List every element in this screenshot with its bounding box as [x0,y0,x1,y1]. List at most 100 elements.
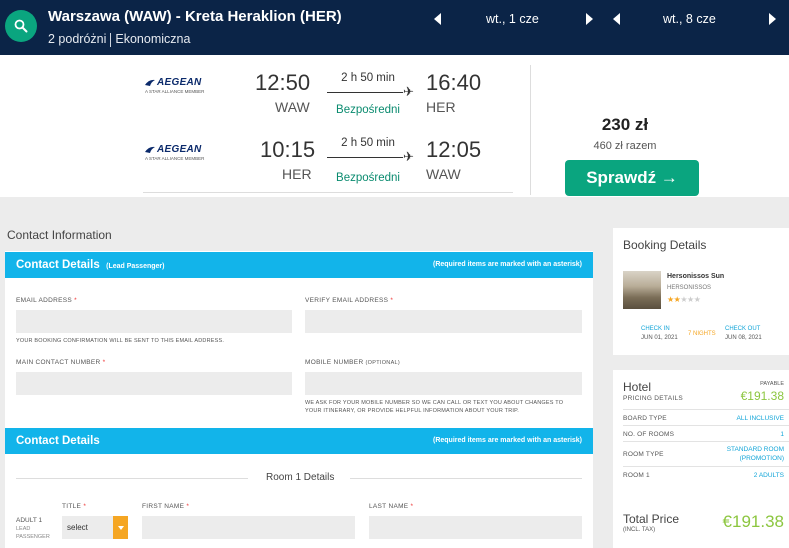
prev-date-icon[interactable] [434,13,441,25]
hotel-location: HERSONISSOS [667,285,712,291]
flight-duration: 2 h 50 min [341,137,395,149]
email-input[interactable] [16,310,292,333]
hotel-image[interactable] [623,271,661,309]
departure-airport: WAW [275,99,310,115]
email-label: EMAIL ADDRESS * [16,297,77,304]
payable-label: PAYABLE [760,381,784,387]
total-price-label: Total Price [623,512,680,526]
nights-count: 7 NIGHTS [688,331,716,337]
chevron-down-icon[interactable] [113,516,128,539]
divider [16,478,248,479]
plane-icon: ✈ [403,84,414,99]
verify-email-label: VERIFY EMAIL ADDRESS * [305,297,394,304]
price-per-person: 230 zł [601,115,649,134]
verify-email-input[interactable] [305,310,582,333]
mobile-input[interactable] [305,372,582,395]
title-label: TITLE * [62,503,87,510]
travellers-count: 2 podróżni [48,32,107,46]
section-title: Contact Information [7,228,112,242]
stops-info: Bezpośredni [336,104,400,116]
divider [143,192,513,193]
pricing-details-label: PRICING DETAILS [623,395,684,402]
next-date-icon[interactable] [768,13,776,25]
flight-result-card: AEGEAN A STAR ALLIANCE MEMBER 12:50 WAW … [0,55,789,197]
aegean-bird-icon [145,146,155,153]
flight-line [327,157,403,158]
divider [623,409,789,410]
departure-airport: HER [282,166,312,182]
mobile-label: MOBILE NUMBER (OPTIONAL) [305,359,401,366]
return-date[interactable]: wt., 8 cze [663,12,716,26]
return-date-picker: wt., 8 cze [613,10,776,28]
route-title[interactable]: Warszawa (WAW) - Kreta Heraklion (HER) [48,8,342,25]
payable-amount: €191.38 [740,389,784,403]
divider [110,32,112,47]
main-contact-input[interactable] [16,372,292,395]
departure-time: 10:15 [260,137,316,162]
star-icon: ★★★ [680,295,701,304]
booking-details-panel: Booking Details Hersonissos Sun HERSONIS… [613,228,789,355]
total-price-amount: €191.38 [722,512,784,531]
prev-date-icon[interactable] [613,13,620,25]
arrival-airport: HER [426,99,456,115]
search-header: Warszawa (WAW) - Kreta Heraklion (HER) 2… [0,0,789,55]
divider [350,478,582,479]
arrival-airport: WAW [426,166,461,182]
main-contact-label: MAIN CONTACT NUMBER * [16,359,106,366]
room-type-value: STANDARD ROOM (PROMOTION) [726,446,784,462]
price-total: 460 zł razem [593,140,657,152]
rooms-count-value: 1 [780,431,784,438]
contact-details-header: Contact Details (Required items are mark… [5,428,593,454]
check-out-label: CHECK OUT [725,326,761,332]
divider [623,466,789,467]
star-icon: ★★ [667,295,681,304]
divider [623,441,789,442]
room-1-value: 2 ADULTS [753,472,784,479]
departure-time: 12:50 [255,70,311,95]
check-in-label: CHECK IN [641,326,670,332]
search-icon [14,19,28,33]
divider [530,65,531,195]
contact-details-title: Contact Details [16,259,100,271]
star-rating: ★★★★★ [667,295,701,304]
board-type-label: BOARD TYPE [623,415,667,422]
lead-passenger-label: (Lead Passenger) [106,263,165,270]
rooms-count-label: NO. OF ROOMS [623,431,675,438]
flight-duration: 2 h 50 min [341,72,395,84]
contact-details-header: Contact Details (Lead Passenger) (Requir… [5,252,593,278]
depart-date[interactable]: wt., 1 cze [486,12,539,26]
airline-logo: AEGEAN A STAR ALLIANCE MEMBER [145,77,205,94]
arrival-time: 16:40 [426,70,482,95]
last-name-input[interactable] [369,516,582,539]
board-type-value: ALL INCLUSIVE [736,415,784,422]
arrival-time: 12:05 [426,137,482,162]
aegean-bird-icon [145,79,155,86]
room-title: Room 1 Details [266,472,335,483]
email-note: YOUR BOOKING CONFIRMATION WILL BE SENT T… [16,338,225,344]
check-in-date: JUN 01, 2021 [641,335,678,341]
divider [623,425,789,426]
contact-details-title: Contact Details [16,435,100,447]
adult-label: ADULT 1 LEAD PASSENGER [16,517,50,540]
stops-info: Bezpośredni [336,172,400,184]
required-note: (Required items are marked with an aster… [433,261,582,268]
booking-details-title: Booking Details [623,238,707,252]
next-date-icon[interactable] [585,13,593,25]
pricing-panel: Hotel PRICING DETAILS PAYABLE €191.38 BO… [613,370,789,548]
travel-summary[interactable]: 2 podróżni Ekonomiczna [48,32,190,47]
cabin-class: Ekonomiczna [115,32,191,46]
required-note: (Required items are marked with an aster… [433,437,582,444]
airline-logo: AEGEAN A STAR ALLIANCE MEMBER [145,144,205,161]
check-deal-button[interactable]: Sprawdź → [565,160,699,196]
title-select[interactable]: select [62,516,128,539]
first-name-label: FIRST NAME * [142,503,190,510]
room-type-label: ROOM TYPE [623,451,664,458]
last-name-label: LAST NAME * [369,503,414,510]
search-button[interactable] [5,10,37,42]
flight-line [327,92,403,93]
pricing-hotel-label: Hotel [623,380,652,394]
first-name-input[interactable] [142,516,355,539]
hotel-name[interactable]: Hersonissos Sun [667,273,724,280]
plane-icon: ✈ [403,149,414,164]
room-1-label: ROOM 1 [623,472,650,479]
